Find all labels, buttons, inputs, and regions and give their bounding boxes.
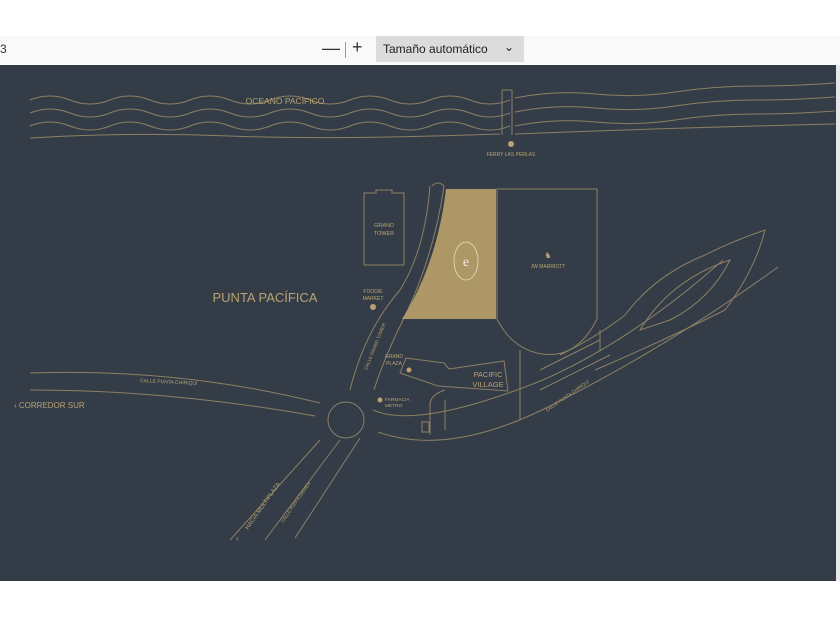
zoom-select[interactable]: Tamaño automático ⌄ bbox=[376, 36, 524, 62]
calle-darien-label: CALLE PUNTA DARIÉN bbox=[279, 480, 312, 523]
foodie-label-2: MARKET bbox=[363, 296, 384, 302]
farmacia-label-1: FARMACIA bbox=[385, 397, 410, 403]
project-lot bbox=[402, 189, 496, 319]
zoom-value: Tamaño automático bbox=[383, 42, 488, 56]
chevron-down-icon: ⌄ bbox=[503, 40, 514, 54]
zoom-in-button[interactable]: + bbox=[352, 37, 363, 58]
ferry-label: FERRY LAS PERLAS bbox=[487, 152, 536, 158]
farmacia-label-2: METRO bbox=[385, 403, 403, 409]
roads bbox=[29, 229, 779, 541]
jw-marriott-building bbox=[496, 188, 598, 356]
page-indicator: 3 bbox=[0, 42, 7, 56]
pacific-village-label-2: VILLAGE bbox=[472, 380, 503, 389]
scrollbar[interactable] bbox=[836, 65, 840, 581]
marriott-icon: ♞ bbox=[544, 251, 551, 260]
ferry-marker bbox=[508, 141, 514, 147]
ocean-label: OCEANO PACÍFICO bbox=[246, 96, 325, 106]
corredor-sur-label: ‹ CORREDOR SUR bbox=[14, 401, 85, 410]
grand-tower-label-2: TOWER bbox=[374, 231, 394, 237]
location-map: FERRY LAS PERLAS OCEANO PACÍFICO GRAND T… bbox=[14, 82, 836, 543]
calle-chiriqui-right-label: CALLE PUNTA CHIRIQUÍ bbox=[544, 378, 590, 413]
grand-plaza-label-2: PLAZA bbox=[386, 361, 403, 367]
project-logo-letter: e bbox=[463, 255, 469, 270]
zoom-out-button[interactable]: — bbox=[322, 38, 340, 59]
farmacia-marker bbox=[377, 397, 383, 403]
jw-marriott-label: JW MARRIOTT bbox=[531, 264, 566, 270]
calle-chiriqui-left-label: CALLE PUNTA CHIRIQUÍ bbox=[140, 377, 198, 387]
pdf-page: FERRY LAS PERLAS OCEANO PACÍFICO GRAND T… bbox=[0, 65, 836, 581]
pdf-toolbar: 3 — + Tamaño automático ⌄ bbox=[0, 36, 840, 64]
grand-plaza-marker bbox=[406, 367, 412, 373]
grand-plaza-label-1: GRAND bbox=[385, 354, 403, 360]
small-building bbox=[421, 421, 430, 433]
foodie-marker bbox=[370, 304, 376, 310]
divider bbox=[345, 42, 346, 58]
chevron-left-icon: ‹ bbox=[236, 534, 239, 543]
punta-pacifica-label: PUNTA PACÍFICA bbox=[213, 290, 318, 305]
pacific-village-label-1: PACIFIC bbox=[473, 370, 503, 379]
ocean-waves bbox=[29, 82, 836, 139]
hacia-multiplaza-label: HACIA MULTIPLAZA bbox=[245, 482, 282, 532]
foodie-label-1: FOODIE bbox=[363, 289, 383, 295]
grand-tower-label-1: GRAND bbox=[374, 223, 394, 229]
